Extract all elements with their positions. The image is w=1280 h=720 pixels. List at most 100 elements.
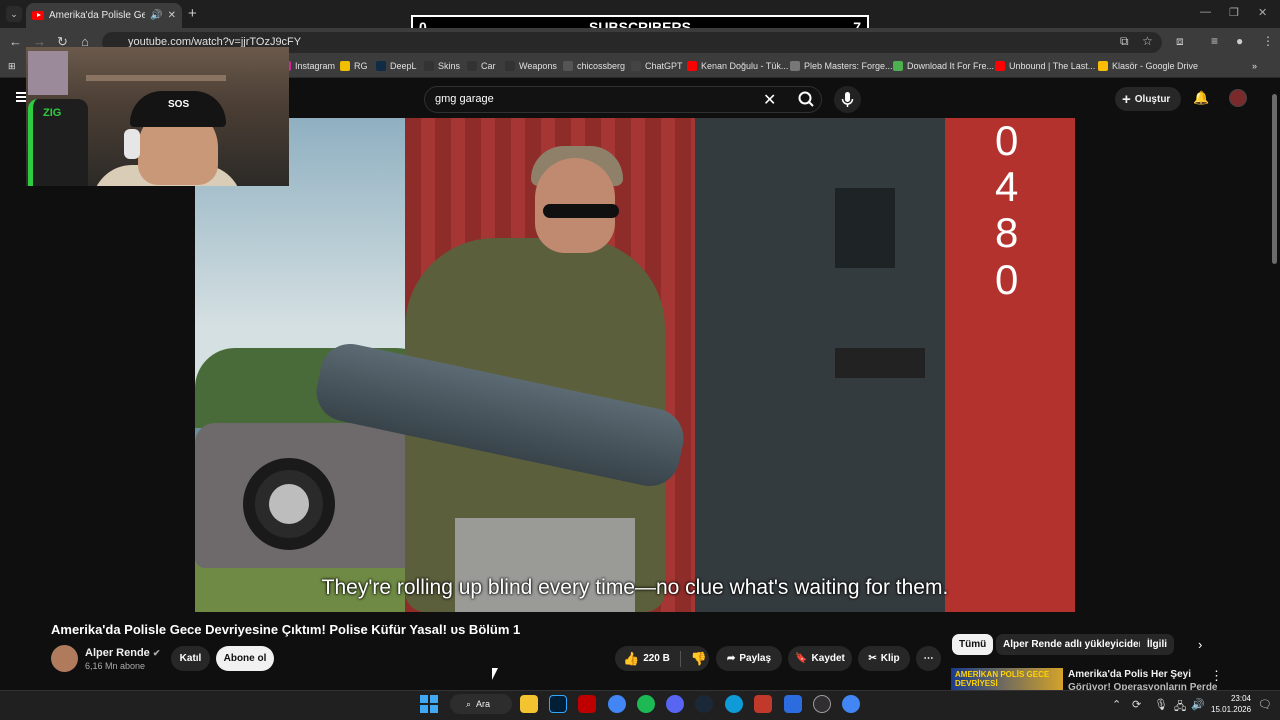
bookmark-item[interactable]: Skins: [424, 61, 460, 71]
bookmark-item[interactable]: DeepL: [376, 61, 417, 71]
join-button[interactable]: Katıl: [171, 646, 210, 671]
more-actions-button[interactable]: ⋯: [916, 646, 941, 671]
volume-icon[interactable]: 🔊: [1191, 698, 1205, 711]
chip-related[interactable]: İlgili: [1140, 634, 1174, 655]
video-player[interactable]: 0 4 8 0 They're rolling up blind every t…: [195, 118, 1075, 612]
divider: [679, 650, 681, 667]
dislike-icon[interactable]: 👎: [691, 651, 707, 667]
container-digit: 0: [995, 255, 1019, 303]
bookmark-item[interactable]: Klasör - Google Drive: [1098, 61, 1198, 71]
extensions-icon[interactable]: ⧈: [1176, 34, 1184, 49]
notifications-bell-icon[interactable]: 🔔: [1193, 90, 1209, 106]
tray-overflow-icon[interactable]: ⌃: [1112, 698, 1121, 711]
bookmark-item[interactable]: RG: [340, 61, 368, 71]
recommended-title-line2[interactable]: Görüyor! Operasyonların Perde: [1068, 682, 1218, 690]
back-icon[interactable]: ←: [9, 34, 22, 49]
chip-uploader[interactable]: Alper Rende adlı yükleyiciden: [996, 634, 1152, 655]
save-button[interactable]: 🔖 Kaydet: [788, 646, 852, 671]
edge-icon[interactable]: [725, 695, 743, 713]
bookmark-favicon-icon: [467, 61, 477, 71]
like-count[interactable]: 220 B: [643, 653, 670, 664]
media-control-icon[interactable]: ≡: [1211, 34, 1218, 48]
page-scrollbar[interactable]: [1270, 88, 1278, 688]
chrome-icon[interactable]: [608, 695, 626, 713]
audio-icon[interactable]: 🔊: [150, 10, 162, 21]
search-box[interactable]: gmg garage ✕: [424, 86, 822, 113]
account-avatar[interactable]: [1229, 89, 1247, 107]
bookmark-label: Instagram: [295, 61, 336, 71]
scrollbar-thumb[interactable]: [1272, 94, 1277, 264]
tab-search-dropdown[interactable]: ⌄: [6, 6, 22, 22]
bookmark-label: DeepL: [390, 61, 417, 71]
file-explorer-icon[interactable]: [520, 695, 538, 713]
tab-active[interactable]: Amerika'da Polisle Gece De 🔊 ✕: [26, 3, 182, 28]
bookmark-item[interactable]: Download It For Fre...: [893, 61, 994, 71]
bookmark-star-icon[interactable]: ☆: [1142, 34, 1153, 48]
network-icon[interactable]: 🖧: [1174, 698, 1186, 717]
bookmark-item[interactable]: Kenan Doğulu - Tük...: [687, 61, 788, 71]
bookmark-item[interactable]: Unbound | The Last...: [995, 61, 1095, 71]
taskbar-search-label: Ara: [476, 699, 491, 709]
discord-icon[interactable]: [666, 695, 684, 713]
container-digit: 4: [995, 163, 1019, 211]
video-app-icon[interactable]: [754, 695, 772, 713]
share-button[interactable]: ➦ Paylaş: [716, 646, 782, 671]
create-button[interactable]: + Oluştur: [1115, 87, 1181, 111]
recommendation-menu-icon[interactable]: ⋮: [1210, 668, 1223, 684]
maximize-icon[interactable]: ❐: [1229, 6, 1239, 19]
create-label: Oluştur: [1134, 93, 1171, 105]
bookmark-item[interactable]: Pleb Masters: Forge...: [790, 61, 893, 71]
notification-center-icon[interactable]: 🗨: [1258, 698, 1272, 711]
bookmark-label: Weapons: [519, 61, 557, 71]
webcam-overlay: ZIG SOS: [26, 47, 289, 186]
recommended-title[interactable]: Amerika'da Polis Her Şeyi: [1068, 669, 1191, 680]
clip-button[interactable]: ✂ Klip: [858, 646, 910, 671]
search-input[interactable]: gmg garage: [435, 93, 494, 105]
chip-all[interactable]: Tümü: [952, 634, 994, 655]
cast-icon[interactable]: ⧉: [1120, 34, 1129, 49]
close-tab-icon[interactable]: ✕: [168, 10, 176, 21]
filezilla-icon[interactable]: [578, 695, 596, 713]
video-scene-latch: [835, 188, 895, 268]
minimize-icon[interactable]: —: [1200, 6, 1211, 18]
subscribe-button[interactable]: Abone ol: [216, 646, 274, 671]
apps-grid-icon[interactable]: ⊞: [8, 61, 16, 72]
new-tab-button[interactable]: +: [188, 5, 197, 22]
profile-icon[interactable]: ●: [1236, 34, 1243, 48]
taskbar-search[interactable]: ⌕ Ara: [450, 694, 512, 714]
search-icon[interactable]: [791, 87, 822, 112]
video-title: Amerika'da Polisle Gece Devriyesine Çıkt…: [51, 622, 521, 637]
vpn-icon[interactable]: [784, 695, 802, 713]
bookmarks-overflow-icon[interactable]: »: [1252, 61, 1257, 71]
bookmark-item[interactable]: ChatGPT: [631, 61, 683, 71]
webcam-cap: SOS: [130, 91, 226, 127]
bookmark-label: Skins: [438, 61, 461, 71]
menu-kebab-icon[interactable]: ⋮: [1262, 34, 1274, 48]
spotify-icon[interactable]: [637, 695, 655, 713]
tray-sync-icon[interactable]: ⟳: [1132, 698, 1141, 711]
container-number: 0 4 8 0: [995, 118, 1025, 303]
bookmark-label: chicossberg: [577, 61, 626, 71]
bookmark-item[interactable]: Instagram: [281, 61, 335, 71]
like-icon[interactable]: 👍: [623, 651, 639, 667]
close-window-icon[interactable]: ✕: [1258, 6, 1267, 19]
channel-avatar[interactable]: [51, 645, 78, 672]
steam-icon[interactable]: [695, 695, 713, 713]
channel-name[interactable]: Alper Rende ✔: [85, 647, 160, 659]
system-clock[interactable]: 23:04 15.01.2026: [1211, 693, 1251, 715]
obs-icon[interactable]: [813, 695, 831, 713]
bookmark-label: Download It For Fre...: [907, 61, 995, 71]
windows-start-icon[interactable]: [420, 695, 438, 713]
chips-next-icon[interactable]: ›: [1198, 637, 1202, 652]
clear-search-icon[interactable]: ✕: [763, 90, 776, 110]
chrome-profile-icon[interactable]: [842, 695, 860, 713]
video-caption: They're rolling up blind every time—no c…: [321, 576, 949, 599]
bookmark-item[interactable]: Weapons: [505, 61, 557, 71]
plus-icon: +: [1122, 90, 1131, 108]
bookmark-item[interactable]: chicossberg: [563, 61, 625, 71]
photoshop-icon[interactable]: [549, 695, 567, 713]
microphone-icon[interactable]: 🎙: [1154, 698, 1168, 711]
recommended-thumbnail[interactable]: AMERİKAN POLİS GECE DEVRİYESİ: [951, 668, 1063, 690]
voice-search-mic-icon[interactable]: [834, 86, 861, 113]
bookmark-item[interactable]: Car: [467, 61, 496, 71]
